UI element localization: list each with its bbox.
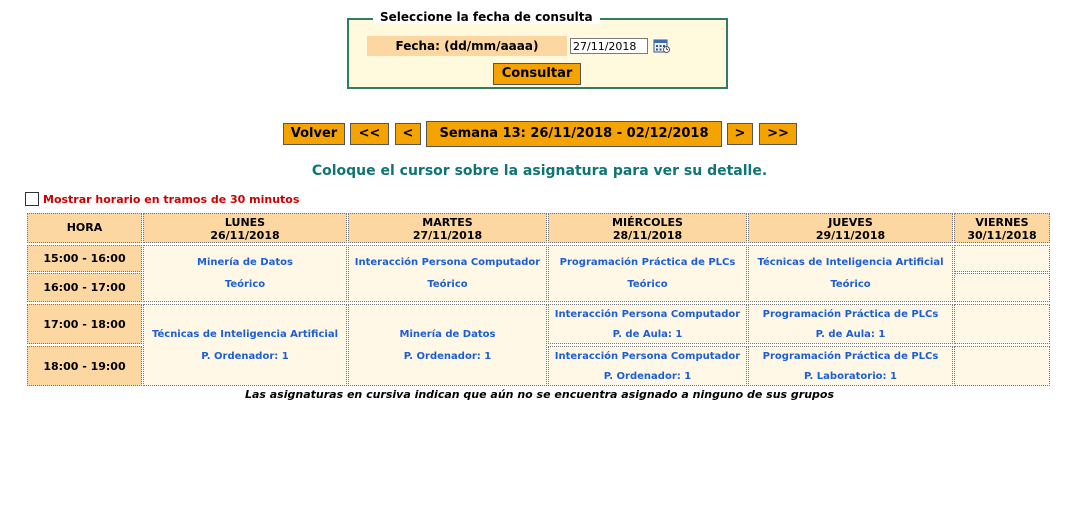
date-label: Fecha: (dd/mm/aaaa) bbox=[367, 36, 567, 56]
class-monday-1[interactable]: Minería de Datos Teórico bbox=[143, 245, 347, 302]
class-tuesday-1[interactable]: Interacción Persona Computador Teórico bbox=[348, 245, 547, 302]
subject-name[interactable]: Programación Práctica de PLCs bbox=[763, 351, 939, 362]
class-type: P. Ordenador: 1 bbox=[603, 370, 692, 382]
class-tuesday-2[interactable]: Minería de Datos P. Ordenador: 1 bbox=[348, 304, 547, 386]
date-input[interactable] bbox=[570, 38, 648, 54]
empty-slot bbox=[954, 304, 1050, 344]
empty-slot bbox=[954, 346, 1050, 386]
subject-name[interactable]: Interacción Persona Computador bbox=[555, 309, 740, 320]
day-name: JUEVES bbox=[828, 216, 873, 229]
class-thursday-1[interactable]: Técnicas de Inteligencia Artificial Teór… bbox=[748, 245, 953, 302]
class-type: Teórico bbox=[427, 279, 468, 290]
class-monday-2[interactable]: Técnicas de Inteligencia Artificial P. O… bbox=[143, 304, 347, 386]
volver-button[interactable]: Volver bbox=[283, 123, 345, 145]
day-date: 26/11/2018 bbox=[210, 229, 280, 242]
class-thursday-3[interactable]: Programación Práctica de PLCs P. de Aula… bbox=[748, 304, 953, 344]
subject-name[interactable]: Interacción Persona Computador bbox=[355, 257, 540, 268]
previous-week-button[interactable]: < bbox=[395, 123, 421, 145]
class-type: P. Laboratorio: 1 bbox=[804, 370, 897, 382]
subject-name[interactable]: Minería de Datos bbox=[197, 257, 293, 268]
day-header-tuesday: MARTES 27/11/2018 bbox=[348, 213, 547, 243]
day-header-friday: VIERNES 30/11/2018 bbox=[954, 213, 1050, 243]
empty-slot bbox=[954, 245, 1050, 272]
class-type: Teórico bbox=[627, 279, 668, 290]
half-hour-label: Mostrar horario en tramos de 30 minutos bbox=[43, 193, 300, 206]
day-name: VIERNES bbox=[975, 216, 1029, 229]
day-date: 28/11/2018 bbox=[612, 229, 683, 242]
day-header-monday: LUNES 26/11/2018 bbox=[143, 213, 347, 243]
day-name: MARTES bbox=[422, 216, 473, 229]
query-legend: Seleccione la fecha de consulta bbox=[373, 10, 600, 24]
class-type: Teórico bbox=[224, 279, 266, 290]
day-header-thursday: JUEVES 29/11/2018 bbox=[748, 213, 953, 243]
subject-name[interactable]: Programación Práctica de PLCs bbox=[560, 257, 736, 268]
empty-slot bbox=[954, 273, 1050, 302]
day-date: 29/11/2018 bbox=[815, 229, 886, 242]
week-label: Semana 13: 26/11/2018 - 02/12/2018 bbox=[426, 121, 722, 147]
class-wednesday-4[interactable]: Interacción Persona Computador P. Ordena… bbox=[548, 346, 747, 386]
day-date: 27/11/2018 bbox=[412, 229, 483, 242]
subject-name[interactable]: Técnicas de Inteligencia Artificial bbox=[757, 257, 943, 268]
hour-cell: 17:00 - 18:00 bbox=[27, 304, 142, 344]
class-type: P. de Aula: 1 bbox=[612, 328, 683, 340]
subject-name[interactable]: Minería de Datos bbox=[400, 329, 496, 340]
class-wednesday-3[interactable]: Interacción Persona Computador P. de Aul… bbox=[548, 304, 747, 344]
class-wednesday-1[interactable]: Programación Práctica de PLCs Teórico bbox=[548, 245, 747, 302]
day-name: LUNES bbox=[224, 216, 266, 229]
calendar-icon[interactable] bbox=[653, 38, 671, 54]
next-week-button[interactable]: > bbox=[727, 123, 753, 145]
subject-name[interactable]: Técnicas de Inteligencia Artificial bbox=[152, 329, 338, 340]
hour-cell: 18:00 - 19:00 bbox=[27, 346, 142, 386]
hour-cell: 15:00 - 16:00 bbox=[27, 245, 142, 272]
class-type: P. Ordenador: 1 bbox=[201, 350, 289, 362]
class-thursday-4[interactable]: Programación Práctica de PLCs P. Laborat… bbox=[748, 346, 953, 386]
class-type: P. Ordenador: 1 bbox=[403, 350, 492, 362]
hour-header: HORA bbox=[27, 213, 142, 243]
last-week-button[interactable]: >> bbox=[759, 123, 797, 145]
day-date: 30/11/2018 bbox=[967, 229, 1037, 242]
footnote: Las asignaturas en cursiva indican que a… bbox=[244, 388, 835, 401]
day-name: MIÉRCOLES bbox=[612, 216, 683, 229]
subject-name[interactable]: Programación Práctica de PLCs bbox=[763, 309, 939, 320]
half-hour-checkbox[interactable] bbox=[25, 192, 39, 206]
class-type: P. de Aula: 1 bbox=[815, 328, 886, 340]
day-header-wednesday: MIÉRCOLES 28/11/2018 bbox=[548, 213, 747, 243]
first-week-button[interactable]: << bbox=[350, 123, 389, 145]
hour-cell: 16:00 - 17:00 bbox=[27, 273, 142, 302]
subject-name[interactable]: Interacción Persona Computador bbox=[555, 351, 740, 362]
class-type: Teórico bbox=[830, 279, 871, 290]
consultar-button[interactable]: Consultar bbox=[493, 63, 581, 85]
instruction-text: Coloque el cursor sobre la asignatura pa… bbox=[311, 163, 768, 179]
date-query-panel: Seleccione la fecha de consulta Fecha: (… bbox=[347, 10, 728, 89]
